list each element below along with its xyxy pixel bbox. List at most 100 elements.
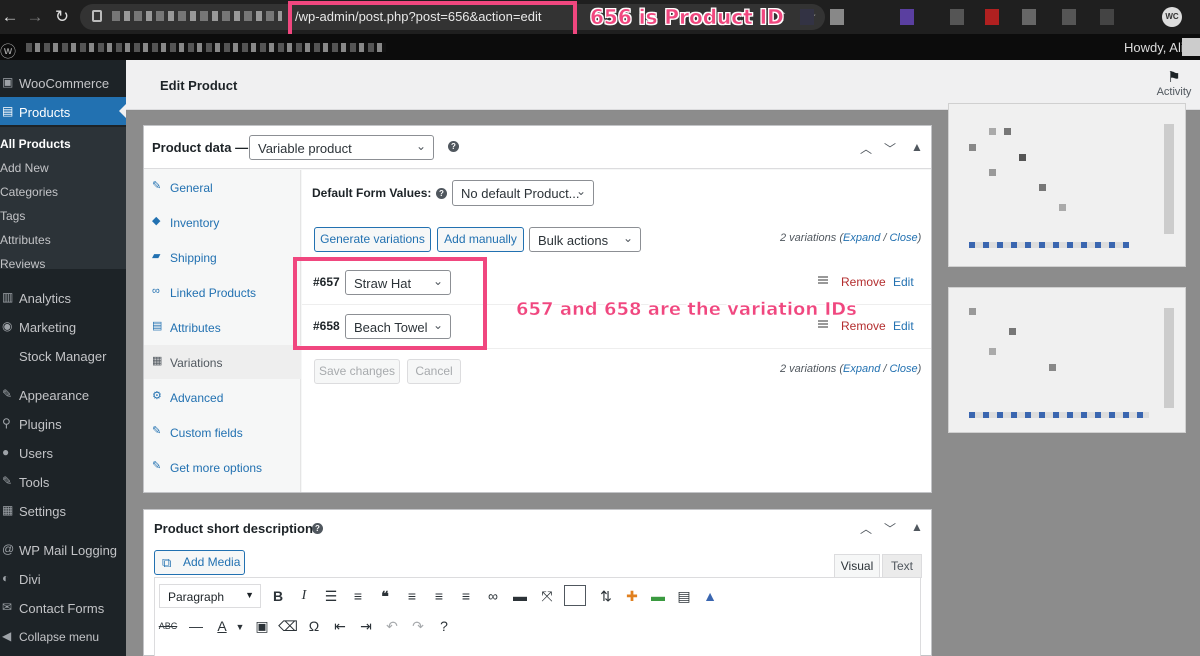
submenu-all-products[interactable]: All Products bbox=[0, 137, 71, 151]
submenu-reviews[interactable]: Reviews bbox=[0, 257, 45, 271]
product-type-select[interactable]: Variable product ⌄ bbox=[249, 135, 434, 160]
expand-link[interactable]: Expand bbox=[843, 232, 880, 244]
help-icon[interactable]: ? bbox=[312, 523, 323, 534]
extension-icon[interactable] bbox=[950, 9, 964, 25]
move-up-icon[interactable]: ︿ bbox=[860, 520, 872, 537]
extension-icon[interactable] bbox=[1062, 9, 1076, 25]
sidebar-item-appearance[interactable]: ✎ Appearance bbox=[0, 380, 126, 408]
extension-icon[interactable] bbox=[900, 9, 914, 25]
help-icon[interactable]: ? bbox=[448, 141, 459, 152]
user-icon[interactable]: ▲ bbox=[699, 585, 721, 607]
add-manually-button[interactable]: Add manually bbox=[437, 227, 524, 252]
format-select[interactable]: Paragraph ▼ bbox=[159, 584, 261, 608]
drag-handle-icon[interactable] bbox=[818, 320, 828, 328]
table-icon[interactable]: ▤ bbox=[673, 585, 695, 607]
undo-icon[interactable]: ↶ bbox=[381, 615, 403, 637]
add-media-button[interactable]: ⧉ Add Media bbox=[154, 550, 245, 575]
sidebar-item-products[interactable]: ▤ Products bbox=[0, 97, 126, 125]
bold-icon[interactable]: B bbox=[267, 585, 289, 607]
extension-icon[interactable] bbox=[985, 9, 999, 25]
fullscreen-icon[interactable]: ⤧ bbox=[536, 585, 558, 607]
close-link[interactable]: Close bbox=[889, 232, 917, 244]
tab-linked-products[interactable]: ∞ Linked Products bbox=[144, 275, 301, 309]
align-center-icon[interactable]: ≡ bbox=[428, 585, 450, 607]
remove-variation-link[interactable]: Remove bbox=[841, 275, 886, 289]
sidebar-item-divi[interactable]: ◐ Divi bbox=[0, 564, 126, 592]
sidebar-item-analytics[interactable]: ▥ Analytics bbox=[0, 283, 126, 311]
align-left-icon[interactable]: ≡ bbox=[401, 585, 423, 607]
plugin-bar-icon[interactable]: ▬ bbox=[647, 585, 669, 607]
default-form-values-select[interactable]: No default Product... ⌄ bbox=[452, 180, 594, 206]
read-more-icon[interactable]: ▬ bbox=[509, 585, 531, 607]
tab-custom-fields[interactable]: ✎ Custom fields bbox=[144, 415, 301, 449]
submenu-attributes[interactable]: Attributes bbox=[0, 233, 51, 247]
sidebar-item-wp-mail-logging[interactable]: @ WP Mail Logging bbox=[0, 535, 126, 563]
edit-variation-link[interactable]: Edit bbox=[893, 319, 914, 333]
edit-variation-link[interactable]: Edit bbox=[893, 275, 914, 289]
toggle-panel-icon[interactable]: ▲ bbox=[911, 520, 923, 534]
generate-variations-button[interactable]: Generate variations bbox=[314, 227, 431, 252]
submenu-tags[interactable]: Tags bbox=[0, 209, 25, 223]
tab-get-more-options[interactable]: ✎ Get more options bbox=[144, 450, 301, 484]
remove-variation-link[interactable]: Remove bbox=[841, 319, 886, 333]
sidebar-item-contact-forms[interactable]: ✉ Contact Forms bbox=[0, 593, 126, 621]
extension-icon[interactable] bbox=[1022, 9, 1036, 25]
extension-icon[interactable] bbox=[800, 9, 814, 25]
forward-icon[interactable]: → bbox=[25, 7, 45, 27]
move-down-icon[interactable]: ﹀ bbox=[884, 520, 896, 537]
extension-icon[interactable] bbox=[830, 9, 844, 25]
caret-down-icon[interactable]: ▼ bbox=[229, 616, 251, 638]
help-icon[interactable]: ? bbox=[433, 615, 455, 637]
cancel-button[interactable]: Cancel bbox=[407, 359, 461, 384]
back-icon[interactable]: ← bbox=[0, 7, 20, 27]
toggle-panel-icon[interactable]: ▲ bbox=[911, 140, 923, 154]
tab-shipping[interactable]: ▰ Shipping bbox=[144, 240, 301, 274]
tab-inventory[interactable]: ◆ Inventory bbox=[144, 205, 301, 239]
help-icon[interactable]: ? bbox=[436, 188, 447, 199]
sidebar-item-tools[interactable]: ✎ Tools bbox=[0, 467, 126, 495]
close-link[interactable]: Close bbox=[889, 363, 917, 375]
paste-text-icon[interactable]: ▣ bbox=[251, 615, 273, 637]
blockquote-icon[interactable]: ❝ bbox=[374, 585, 396, 607]
shortcode-icon[interactable]: ⇅ bbox=[595, 585, 617, 607]
clear-formatting-icon[interactable]: ⌫ bbox=[277, 615, 299, 637]
bulk-actions-select[interactable]: Bulk actions ⌄ bbox=[529, 227, 641, 252]
save-changes-button[interactable]: Save changes bbox=[314, 359, 400, 384]
tab-visual[interactable]: Visual bbox=[834, 554, 880, 578]
activity-button[interactable]: ⚑ Activity bbox=[1154, 68, 1194, 98]
tab-advanced[interactable]: ⚙ Advanced bbox=[144, 380, 301, 414]
tab-variations[interactable]: ▦ Variations bbox=[144, 345, 301, 379]
horizontal-line-icon[interactable]: — bbox=[185, 615, 207, 637]
extension-icon[interactable] bbox=[1100, 9, 1114, 25]
sidebar-item-marketing[interactable]: ◉ Marketing bbox=[0, 312, 126, 340]
redo-icon[interactable]: ↷ bbox=[407, 615, 429, 637]
outdent-icon[interactable]: ⇤ bbox=[329, 615, 351, 637]
link-icon[interactable]: ∞ bbox=[482, 585, 504, 607]
submenu-add-new[interactable]: Add New bbox=[0, 161, 49, 175]
italic-icon[interactable]: I bbox=[293, 585, 315, 607]
strikethrough-icon[interactable]: ABC bbox=[157, 615, 179, 637]
profile-badge[interactable]: WC bbox=[1162, 7, 1182, 27]
wordpress-logo-icon[interactable]: ⓦ bbox=[0, 38, 16, 62]
expand-link[interactable]: Expand bbox=[843, 363, 880, 375]
sidebar-collapse-menu[interactable]: ◀ Collapse menu bbox=[0, 622, 126, 650]
sidebar-item-plugins[interactable]: ⚲ Plugins bbox=[0, 409, 126, 437]
drag-handle-icon[interactable] bbox=[818, 276, 828, 284]
bullet-list-icon[interactable]: ☰ bbox=[320, 585, 342, 607]
plugin-grid-icon[interactable]: ✚ bbox=[621, 585, 643, 607]
sidebar-item-users[interactable]: ● Users bbox=[0, 438, 126, 466]
special-character-icon[interactable]: Ω bbox=[303, 615, 325, 637]
howdy-user[interactable]: Howdy, Ali bbox=[1124, 40, 1184, 55]
indent-icon[interactable]: ⇥ bbox=[355, 615, 377, 637]
avatar[interactable] bbox=[1182, 38, 1200, 56]
tab-text[interactable]: Text bbox=[882, 554, 922, 578]
reload-icon[interactable]: ↻ bbox=[52, 7, 72, 27]
align-right-icon[interactable]: ≡ bbox=[455, 585, 477, 607]
toolbar-toggle-icon[interactable] bbox=[564, 585, 586, 606]
sidebar-item-woocommerce[interactable]: ▣ WooCommerce bbox=[0, 68, 126, 96]
move-down-icon[interactable]: ﹀ bbox=[884, 140, 896, 157]
numbered-list-icon[interactable]: ≡ bbox=[347, 585, 369, 607]
submenu-categories[interactable]: Categories bbox=[0, 185, 58, 199]
move-up-icon[interactable]: ︿ bbox=[860, 140, 872, 157]
sidebar-item-stock-manager[interactable]: Stock Manager bbox=[0, 341, 126, 369]
